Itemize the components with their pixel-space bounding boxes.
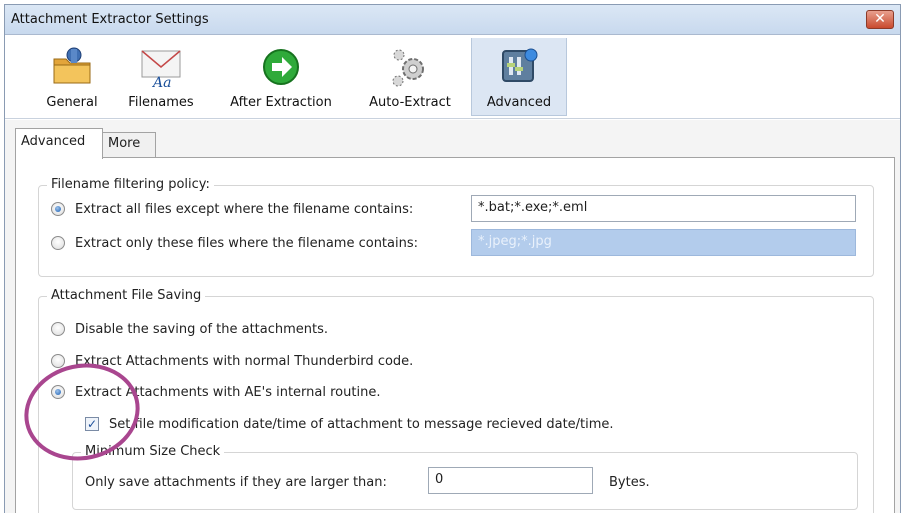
- window-title: Attachment Extractor Settings: [11, 12, 209, 27]
- saving-thunderbird-label: Extract Attachments with normal Thunderb…: [75, 353, 414, 369]
- filter-option-except[interactable]: Extract all files except where the filen…: [51, 198, 413, 220]
- saving-disable-label: Disable the saving of the attachments.: [75, 321, 329, 337]
- min-size-title: Minimum Size Check: [81, 444, 225, 459]
- filter-except-input[interactable]: *.bat;*.exe;*.eml: [471, 195, 856, 222]
- toolbar-filenames-label: Filenames: [128, 95, 194, 110]
- svg-text:Aa: Aa: [151, 75, 171, 89]
- advanced-icon: [502, 48, 538, 82]
- saving-thunderbird-radio[interactable]: [51, 354, 65, 368]
- attachment-saving-title: Attachment File Saving: [47, 288, 206, 303]
- toolbar-after-extraction[interactable]: After Extraction: [213, 38, 349, 116]
- toolbar-after-extraction-label: After Extraction: [230, 95, 332, 110]
- auto-extract-icon: [392, 49, 424, 87]
- settings-content: Advanced More Filename filtering policy:…: [5, 120, 900, 513]
- saving-option-disable[interactable]: Disable the saving of the attachments.: [51, 318, 328, 340]
- filter-except-label: Extract all files except where the filen…: [75, 201, 414, 217]
- tab-advanced[interactable]: Advanced: [15, 128, 103, 159]
- saving-internal-label: Extract Attachments with AE's internal r…: [75, 384, 381, 400]
- set-date-label: Set file modification date/time of attac…: [109, 416, 614, 432]
- filename-filtering-title: Filename filtering policy:: [47, 177, 214, 192]
- toolbar-advanced[interactable]: Advanced: [471, 38, 567, 116]
- tab-more[interactable]: More: [102, 132, 156, 158]
- saving-option-thunderbird[interactable]: Extract Attachments with normal Thunderb…: [51, 350, 413, 372]
- min-size-unit: Bytes.: [609, 474, 650, 490]
- toolbar-auto-extract-label: Auto-Extract: [369, 95, 451, 110]
- saving-internal-radio[interactable]: [51, 385, 65, 399]
- set-date-checkbox[interactable]: ✓: [85, 417, 99, 431]
- category-toolbar: General Aa Filenames After Extraction Au…: [5, 36, 900, 119]
- saving-option-internal[interactable]: Extract Attachments with AE's internal r…: [51, 381, 380, 403]
- filenames-icon: Aa: [141, 50, 181, 89]
- toolbar-auto-extract[interactable]: Auto-Extract: [357, 38, 463, 116]
- title-bar: Attachment Extractor Settings ✕: [5, 5, 900, 35]
- toolbar-advanced-label: Advanced: [486, 95, 552, 110]
- filter-only-radio[interactable]: [51, 236, 65, 250]
- filter-option-only[interactable]: Extract only these files where the filen…: [51, 232, 418, 254]
- after-extraction-icon: [263, 49, 299, 85]
- close-button[interactable]: ✕: [866, 10, 894, 29]
- set-date-option[interactable]: ✓ Set file modification date/time of att…: [85, 413, 614, 435]
- attachment-saving-group: Attachment File Saving Disable the savin…: [38, 288, 874, 513]
- filter-except-radio[interactable]: [51, 202, 65, 216]
- toolbar-filenames[interactable]: Aa Filenames: [119, 38, 203, 116]
- toolbar-general-label: General: [46, 95, 98, 110]
- filter-only-input[interactable]: *.jpeg;*.jpg: [471, 229, 856, 256]
- settings-window: Attachment Extractor Settings ✕ General …: [4, 4, 901, 513]
- advanced-panel: Filename filtering policy: Extract all f…: [15, 157, 895, 513]
- min-size-label: Only save attachments if they are larger…: [85, 474, 387, 490]
- min-size-row: Only save attachments if they are larger…: [85, 471, 387, 493]
- min-size-group: Minimum Size Check Only save attachments…: [72, 444, 858, 510]
- min-size-unit-row: Bytes.: [609, 471, 650, 493]
- toolbar-general[interactable]: General: [35, 38, 109, 116]
- filter-only-label: Extract only these files where the filen…: [75, 235, 418, 251]
- filename-filtering-group: Filename filtering policy: Extract all f…: [38, 177, 874, 277]
- min-size-input[interactable]: 0: [428, 467, 593, 494]
- general-icon: [53, 47, 91, 84]
- saving-disable-radio[interactable]: [51, 322, 65, 336]
